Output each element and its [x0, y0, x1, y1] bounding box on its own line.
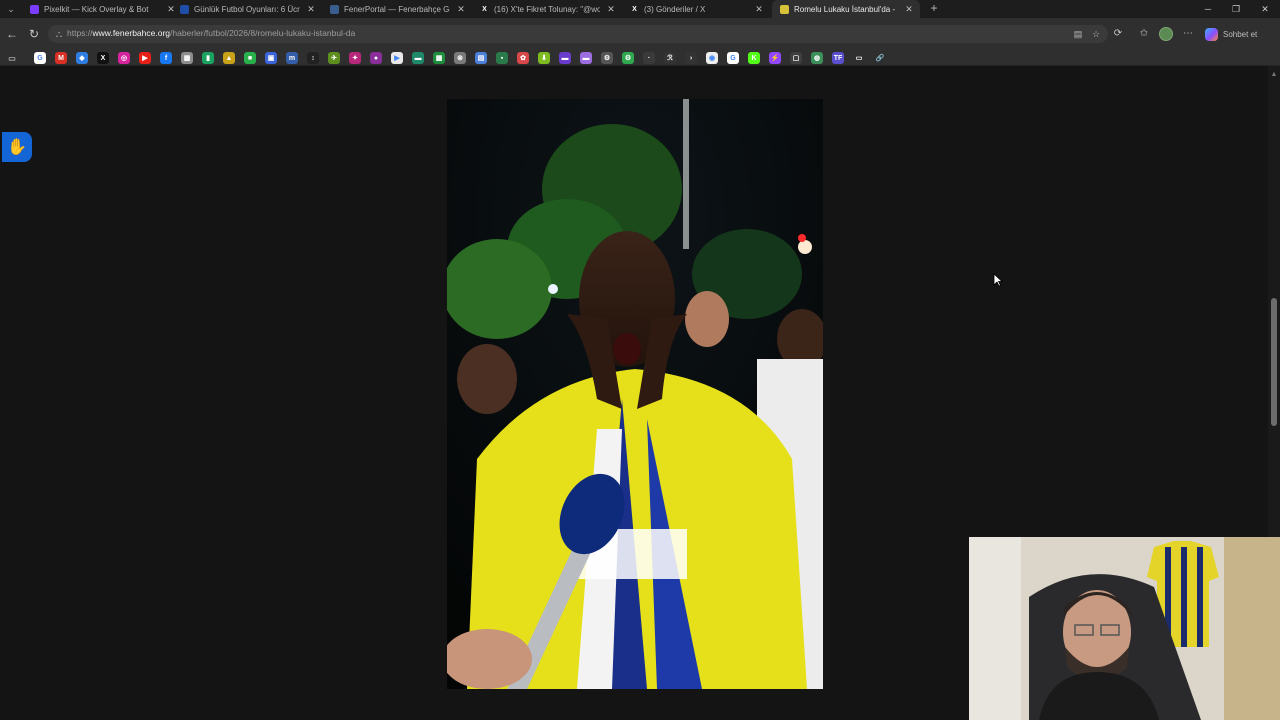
browser-tab[interactable]: X (16) X'te Fikret Tolunay: "@woodp ✕ [472, 0, 622, 18]
tab-actions-chevron-icon[interactable]: ⌄ [4, 2, 18, 16]
mouse-cursor-icon [993, 273, 1003, 287]
bookmark-dark-icon[interactable]: ↕ [307, 52, 319, 64]
bookmark-doc-icon[interactable]: ▤ [475, 52, 487, 64]
news-photo [447, 99, 823, 689]
bookmark-r-icon[interactable]: ℛ [664, 52, 676, 64]
instagram-icon[interactable]: ◎ [118, 52, 130, 64]
new-tab-button[interactable]: + [928, 1, 940, 15]
pixelkit-icon [30, 4, 39, 14]
bookmark-gray-icon[interactable]: ⊗ [454, 52, 466, 64]
google-icon[interactable]: G [34, 52, 46, 64]
tab-title: (3) Gönderiler / X [644, 4, 706, 14]
browser-tab[interactable]: Günlük Futbol Oyunları: 6 Ücretsiz ✕ [172, 0, 322, 18]
tab-close-icon[interactable]: ✕ [904, 4, 914, 15]
lukaku-photo-image [447, 99, 823, 689]
address-bar[interactable]: ⛬ https://www.fenerbahce.org/haberler/fu… [48, 25, 1108, 43]
bookmark-dot-icon[interactable]: ▪ [496, 52, 508, 64]
copilot-label: Sohbet et [1223, 29, 1258, 39]
toolbar: ← ↻ ⛬ https://www.fenerbahce.org/haberle… [0, 18, 1280, 50]
bookmark-tool-icon[interactable]: ⚙ [601, 52, 613, 64]
more-menu-icon[interactable]: ⋯ [1180, 26, 1196, 42]
folder-icon[interactable]: ▭ [853, 52, 865, 64]
minimize-button[interactable]: ─ [1194, 0, 1222, 18]
refresh-button[interactable]: ↻ [26, 26, 42, 42]
browser-tab[interactable]: Romelu Lukaku İstanbul'da - Fene ✕ [772, 0, 920, 18]
drive-icon[interactable]: ◆ [76, 52, 88, 64]
bookmark-teal-icon[interactable]: ▬ [412, 52, 424, 64]
fenerportal-icon [330, 4, 339, 14]
x-icon[interactable]: X [97, 52, 109, 64]
gmail-icon[interactable]: M [55, 52, 67, 64]
tab-title: Günlük Futbol Oyunları: 6 Ücretsiz [194, 4, 300, 14]
bookmark-k-icon[interactable]: K [748, 52, 760, 64]
bookmark-download-icon[interactable]: ⬇ [538, 52, 550, 64]
scroll-up-arrow-icon[interactable]: ▲ [1268, 70, 1280, 80]
chrome-icon[interactable]: ◉ [706, 52, 718, 64]
youtube-icon[interactable]: ▶ [139, 52, 151, 64]
restore-button[interactable]: ❐ [1222, 0, 1250, 18]
reader-view-icon[interactable]: ▤ [1072, 28, 1084, 40]
browser-tab[interactable]: Pixelkit — Kick Overlay & Bot ✕ [22, 0, 182, 18]
apps-icon[interactable]: ▭ [6, 52, 18, 64]
tab-close-icon[interactable]: ✕ [306, 4, 316, 15]
copilot-button[interactable]: Sohbet et [1205, 26, 1275, 42]
bookmark-m-icon[interactable]: m [286, 52, 298, 64]
bookmarks-bar: ▭ G M ◆ X ◎ ▶ f ▦ ▮ ▲ ■ ▣ m ↕ ✈ ✦ ● ▶ ▬ ▦ ⊗ ▤ ▪ ✿ ⬇ ▬ ▬ ⚙ ⚙ · ℛ › ◉ G K ⚡ ▢ ◍… [0, 50, 1280, 66]
fenerbahce-icon [780, 4, 789, 14]
scrollbar-thumb[interactable] [1271, 298, 1277, 426]
browser-tab[interactable]: FenerPortal — Fenerbahçe Günde ✕ [322, 0, 472, 18]
hand-icon: ✋ [7, 139, 27, 156]
bookmark-blue-icon[interactable]: ▣ [265, 52, 277, 64]
tab-title: (16) X'te Fikret Tolunay: "@woodp [494, 4, 600, 14]
tab-title: Romelu Lukaku İstanbul'da - Fene [794, 4, 898, 14]
tab-title: FenerPortal — Fenerbahçe Günde [344, 4, 450, 14]
bookmark-lavender-icon[interactable]: ▬ [580, 52, 592, 64]
back-button[interactable]: ← [4, 26, 20, 42]
tab-close-icon[interactable]: ✕ [754, 4, 764, 15]
site-info-icon[interactable]: ⛬ [54, 28, 64, 40]
url-protocol: https:// [67, 28, 93, 38]
accessibility-widget-button[interactable]: ✋ [2, 132, 32, 162]
football-site-icon [180, 4, 189, 14]
bookmark-multi-icon[interactable]: ✿ [517, 52, 529, 64]
copilot-icon [1205, 27, 1218, 41]
close-window-button[interactable]: ✕ [1251, 0, 1279, 18]
bookmark-violet-icon[interactable]: ▬ [559, 52, 571, 64]
bookmark-green3-icon[interactable]: ◍ [811, 52, 823, 64]
google2-icon[interactable]: G [727, 52, 739, 64]
bookmark-pink-icon[interactable]: ✦ [349, 52, 361, 64]
webcam-feed-image [969, 537, 1280, 720]
bookmark-lime-icon[interactable]: ✈ [328, 52, 340, 64]
bookmark-tf-icon[interactable]: TF [832, 52, 844, 64]
x-icon: X [482, 5, 487, 13]
bookmark-white-icon[interactable]: ▶ [391, 52, 403, 64]
url-host: www.fenerbahce.org [92, 28, 171, 38]
bookmark-green2-icon[interactable]: ■ [244, 52, 256, 64]
bookmark-yellow-icon[interactable]: ▲ [223, 52, 235, 64]
facebook-icon[interactable]: f [160, 52, 172, 64]
link-icon[interactable]: 🔗 [874, 52, 886, 64]
tab-title: Pixelkit — Kick Overlay & Bot [44, 4, 149, 14]
streamer-webcam-overlay [969, 537, 1280, 720]
x-icon: X [632, 5, 637, 13]
bookmark-faint-icon[interactable]: · [643, 52, 655, 64]
favorites-icon[interactable]: ✩ [1136, 26, 1152, 42]
tab-close-icon[interactable]: ✕ [456, 4, 466, 15]
url-text[interactable]: https://www.fenerbahce.org/haberler/futb… [67, 28, 355, 38]
browser-tab[interactable]: X (3) Gönderiler / X ✕ [622, 0, 770, 18]
bookmark-sheet-icon[interactable]: ▦ [433, 52, 445, 64]
bookmark-green-icon[interactable]: ▮ [202, 52, 214, 64]
sheets-icon[interactable]: ▦ [181, 52, 193, 64]
tab-strip: ⌄ Pixelkit — Kick Overlay & Bot ✕ Günlük F… [0, 0, 1280, 18]
bookmark-cam-icon[interactable]: ▢ [790, 52, 802, 64]
tab-close-icon[interactable]: ✕ [606, 4, 616, 15]
favorite-star-icon[interactable]: ☆ [1090, 28, 1102, 40]
bookmark-settings-icon[interactable]: ⚙ [622, 52, 634, 64]
bookmark-purple-icon[interactable]: ● [370, 52, 382, 64]
url-path: /haberler/futbol/2026/8/romelu-lukaku-is… [170, 28, 356, 38]
browser-extension-icon[interactable]: ⟳ [1110, 26, 1126, 42]
bookmark-twitch-icon[interactable]: ⚡ [769, 52, 781, 64]
bookmark-arrow-icon[interactable]: › [685, 52, 697, 64]
profile-avatar[interactable] [1159, 27, 1173, 41]
